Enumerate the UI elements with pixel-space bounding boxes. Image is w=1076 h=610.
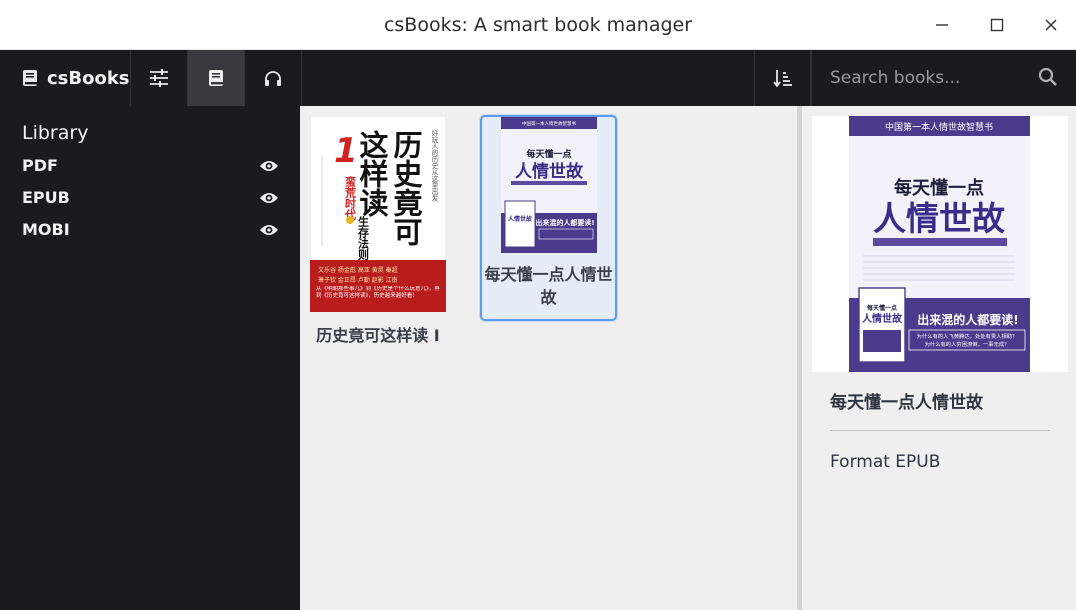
- svg-text:为什么有的人飞黄腾达，处处有贵人相助？: 为什么有的人飞黄腾达，处处有贵人相助？: [917, 332, 1018, 340]
- sliders-icon: [150, 69, 168, 87]
- filter-button[interactable]: [131, 50, 188, 106]
- eye-icon[interactable]: [259, 222, 279, 238]
- book-title: 历史竟可这样读 I: [316, 326, 440, 345]
- minimize-icon: [936, 24, 948, 26]
- svg-text:人情世故: 人情世故: [508, 215, 533, 223]
- svg-text:这样读: 这样读: [355, 129, 389, 218]
- sidebar: Library PDF EPUB MOBI: [0, 106, 300, 610]
- sort-button[interactable]: [754, 50, 811, 106]
- search-box: [811, 50, 1076, 106]
- books-view-button[interactable]: [188, 50, 245, 106]
- audiobooks-view-button[interactable]: [245, 50, 302, 106]
- svg-text:文乐谷 杨金彪 高亚 黄昊 秦超: 文乐谷 杨金彪 高亚 黄昊 秦超: [318, 266, 398, 274]
- headphones-icon: [265, 71, 281, 86]
- brand-name: csBooks: [47, 67, 130, 89]
- details-cover: 中国第一本人情世故智慧书 每天懂一点 人情世故 每天懂一点 人情世故 出来混的人…: [849, 116, 1030, 372]
- book-card[interactable]: 好玩人的历史从这里出发 1 这样读 历史竟可 蛮荒时代 生存法则 文乐谷 杨金彪…: [310, 116, 446, 376]
- book-cover: 中国第一本人情世故智慧书 每天懂一点 人情世故 人情世故 出来混的人都要读!: [501, 117, 597, 253]
- details-pane: 中国第一本人情世故智慧书 每天懂一点 人情世故 每天懂一点 人情世故 出来混的人…: [802, 106, 1076, 610]
- search-input[interactable]: [830, 64, 1030, 92]
- sidebar-item-mobi[interactable]: MOBI: [0, 214, 300, 246]
- svg-text:每天懂一点: 每天懂一点: [526, 148, 571, 160]
- book-grid: 好玩人的历史从这里出发 1 这样读 历史竟可 蛮荒时代 生存法则 文乐谷 杨金彪…: [300, 106, 797, 610]
- book-icon: [23, 70, 37, 86]
- window-title: csBooks: A smart book manager: [383, 14, 693, 36]
- maximize-icon: [990, 18, 1004, 32]
- eye-icon[interactable]: [259, 158, 279, 174]
- svg-text:中国第一本人情世故智慧书: 中国第一本人情世故智慧书: [522, 120, 576, 127]
- svg-text:生存法则: 生存法则: [357, 215, 370, 261]
- details-title: 每天懂一点人情世故: [830, 393, 983, 413]
- svg-text:为什么有的人穷困潦倒，一事无成？: 为什么有的人穷困潦倒，一事无成？: [925, 340, 1010, 348]
- eye-icon[interactable]: [259, 190, 279, 206]
- search-icon[interactable]: [1038, 67, 1058, 87]
- sidebar-item-label: EPUB: [22, 188, 70, 207]
- book-title: 每天懂一点人情世故: [484, 265, 613, 307]
- svg-text:每天懂一点: 每天懂一点: [894, 177, 984, 199]
- svg-text:人情世故: 人情世故: [515, 161, 584, 182]
- svg-text:人情世故: 人情世故: [862, 312, 903, 325]
- svg-text:好玩人的历史从这里出发: 好玩人的历史从这里出发: [430, 129, 438, 203]
- sidebar-item-label: MOBI: [22, 220, 70, 239]
- svg-text:出来混的人都要读!: 出来混的人都要读!: [535, 218, 594, 227]
- sidebar-item-pdf[interactable]: PDF: [0, 150, 300, 182]
- brand[interactable]: csBooks: [0, 50, 131, 106]
- svg-text:蛮荒时代: 蛮荒时代: [344, 175, 358, 221]
- library-heading: Library: [22, 122, 89, 144]
- svg-text:每天懂一点: 每天懂一点: [866, 304, 897, 312]
- details-format: Format EPUB: [830, 452, 941, 472]
- sidebar-item-epub[interactable]: EPUB: [0, 182, 300, 214]
- maximize-button[interactable]: [984, 12, 1010, 38]
- svg-text:人情世故: 人情世故: [873, 199, 1005, 238]
- title-bar: csBooks: A smart book manager: [0, 0, 1076, 50]
- close-button[interactable]: [1038, 12, 1064, 38]
- divider: [830, 430, 1050, 431]
- sidebar-item-label: PDF: [22, 156, 58, 175]
- book-cover: 好玩人的历史从这里出发 1 这样读 历史竟可 蛮荒时代 生存法则 文乐谷 杨金彪…: [310, 116, 446, 312]
- book-icon: [209, 70, 223, 86]
- book-card-selected[interactable]: 中国第一本人情世故智慧书 每天懂一点 人情世故 人情世故 出来混的人都要读! 每…: [480, 115, 617, 321]
- details-cover-frame: 中国第一本人情世故智慧书 每天懂一点 人情世故 每天懂一点 人情世故 出来混的人…: [812, 116, 1068, 372]
- toolbar: csBooks: [0, 50, 1076, 106]
- minimize-button[interactable]: [929, 12, 955, 38]
- app-window: csBooks: A smart book manager csBooks Se…: [0, 0, 1076, 610]
- svg-text:出来混的人都要读!: 出来混的人都要读!: [917, 312, 1018, 327]
- svg-text:萧子钦 金正昂 卢勤 赵影 江南: 萧子钦 金正昂 卢勤 赵影 江南: [318, 276, 398, 284]
- sort-icon: [772, 70, 792, 87]
- svg-text:中国第一本人情世故智慧书: 中国第一本人情世故智慧书: [885, 121, 993, 133]
- svg-text:历史竟可: 历史竟可: [389, 130, 423, 246]
- close-icon: [1045, 19, 1057, 31]
